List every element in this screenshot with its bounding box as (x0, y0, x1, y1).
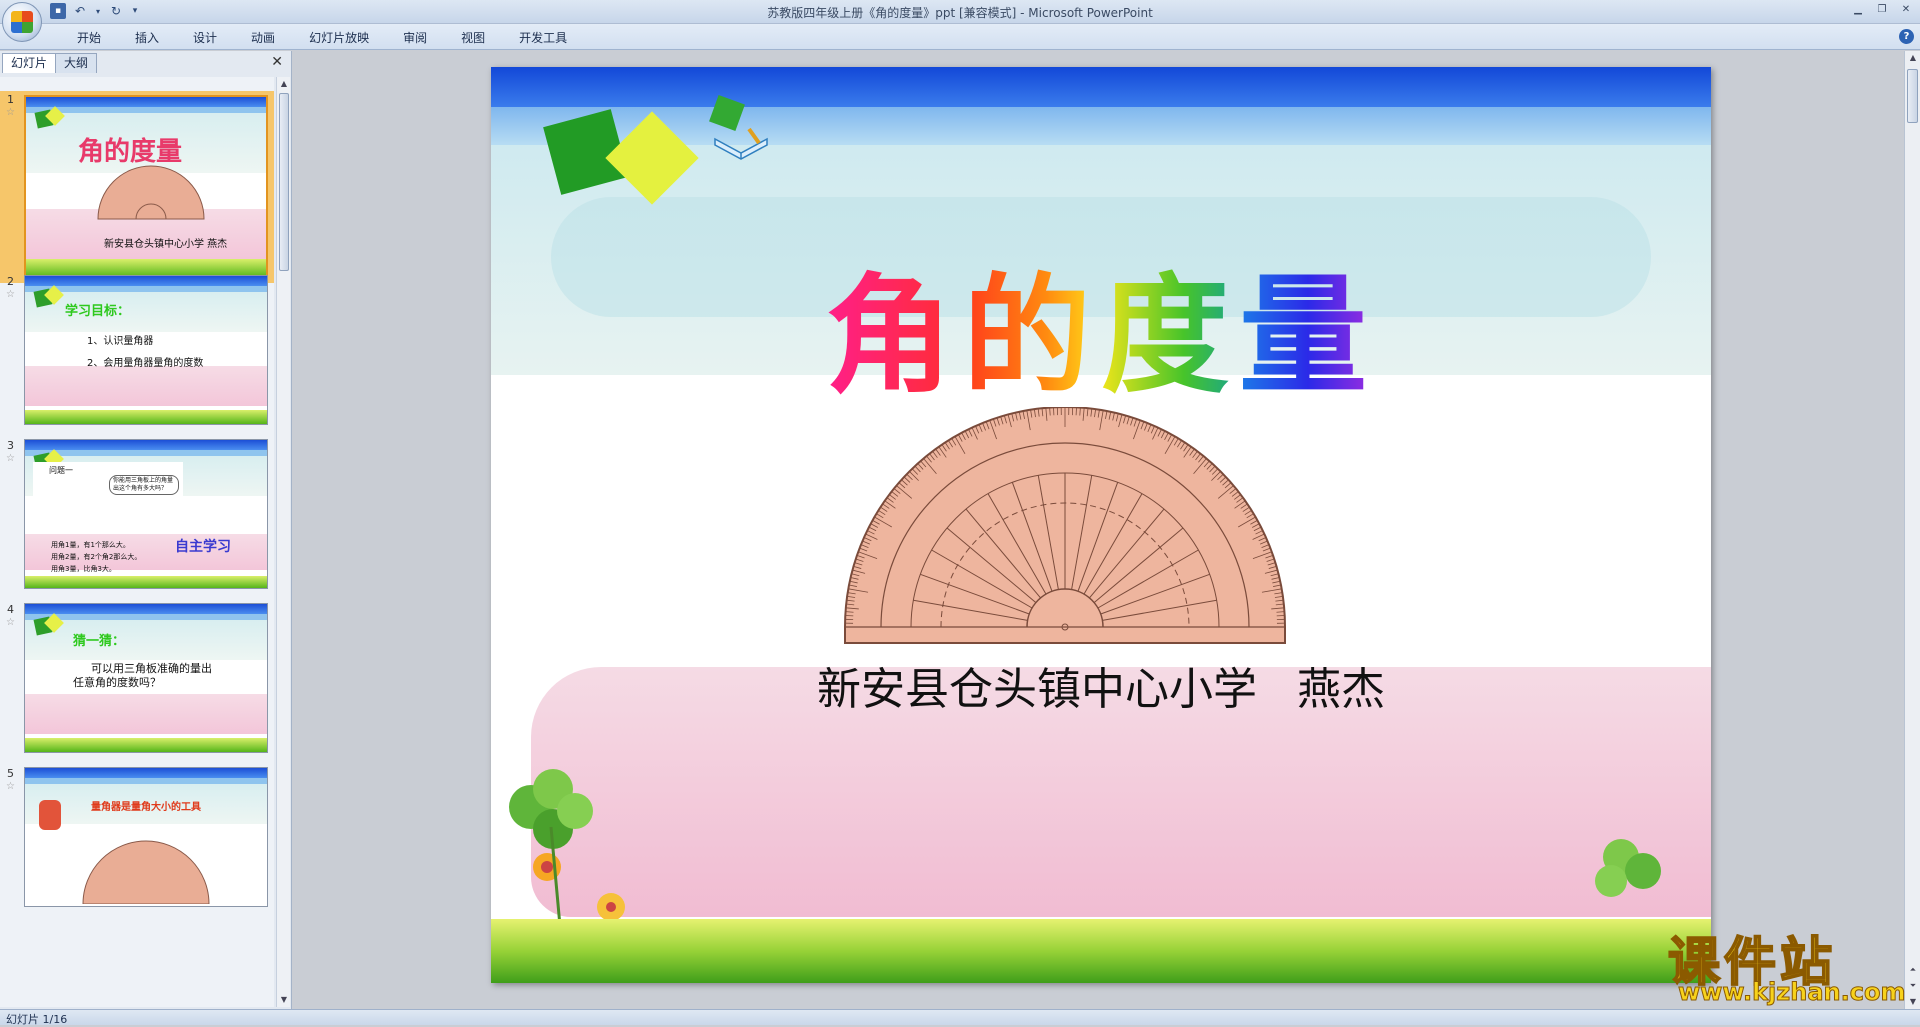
animation-star-icon: ☆ (6, 453, 15, 464)
watermark-url: www.kjzhan.com (1678, 978, 1905, 1006)
author-name: 燕杰 (1297, 664, 1385, 715)
close-icon[interactable]: ✕ (271, 54, 283, 70)
previous-slide-icon[interactable]: ⏶ (1906, 963, 1920, 977)
clover-decoration (1551, 827, 1691, 927)
window-controls: ▁ ❐ ✕ (1850, 2, 1914, 16)
mini-line: 2、会用量角器量角的度数 (87, 354, 203, 369)
status-bar: 幻灯片 1/16 (0, 1009, 1920, 1025)
book-icon (711, 125, 771, 165)
ribbon-tabs: 开始 插入 设计 动画 幻灯片放映 审阅 视图 开发工具 (60, 29, 584, 47)
tab-developer[interactable]: 开发工具 (502, 29, 584, 47)
thumbnail-list: 1 ☆ 角的度量 新安县仓头镇中心小学 燕杰 2 ☆ (0, 77, 274, 1007)
slide-header-band (491, 67, 1711, 107)
mini-line: 1、认识量角器 (87, 332, 153, 347)
tab-review[interactable]: 审阅 (386, 29, 444, 47)
watermark: 课件站 www.kjzhan.com (1668, 920, 1908, 1010)
protractor-image (841, 407, 1289, 647)
next-slide-icon[interactable]: ⏷ (1906, 979, 1920, 993)
mini-protractor (96, 165, 206, 221)
minimize-icon[interactable]: ▁ (1850, 2, 1866, 16)
slide-number: 4 (7, 603, 14, 616)
animation-star-icon: ☆ (6, 617, 15, 628)
slide-thumbnail-5[interactable]: 5 ☆ 量角器是量角大小的工具 (0, 737, 274, 917)
mini-subtitle: 新安县仓头镇中心小学 燕杰 (104, 235, 227, 250)
tab-animations[interactable]: 动画 (234, 29, 292, 47)
title-char: 角 (825, 232, 963, 417)
mini-label: 问题一 (49, 465, 73, 476)
mini-heading: 猜一猜： (73, 630, 125, 649)
slide-editor: 角的度量 新安县仓头镇中心小学燕杰 (293, 51, 1903, 1009)
mini-line: 任意角的度数吗？ (73, 674, 161, 690)
slide-preview: 量角器是量角大小的工具 (24, 767, 268, 907)
current-slide[interactable]: 角的度量 新安县仓头镇中心小学燕杰 (491, 67, 1711, 983)
cartoon-boy-icon (39, 800, 61, 830)
tab-outline[interactable]: 大纲 (55, 53, 97, 73)
slide-thumbnail-1[interactable]: 1 ☆ 角的度量 新安县仓头镇中心小学 燕杰 (0, 91, 274, 283)
slide-title: 角的度量 (491, 232, 1711, 417)
panel-tabs: 幻灯片 大纲 (2, 53, 96, 75)
scroll-down-icon[interactable]: ▼ (277, 993, 291, 1007)
scroll-thumb[interactable] (1907, 69, 1918, 123)
scroll-down-icon[interactable]: ▼ (1906, 995, 1920, 1009)
slide-preview: 角的度量 新安县仓头镇中心小学 燕杰 (24, 95, 268, 279)
window-title: 苏教版四年级上册《角的度量》ppt [兼容模式] - Microsoft Pow… (0, 4, 1920, 21)
tab-view[interactable]: 视图 (444, 29, 502, 47)
ribbon: 开始 插入 设计 动画 幻灯片放映 审阅 视图 开发工具 ? (0, 24, 1920, 50)
slide-number: 2 (7, 275, 14, 288)
animation-star-icon: ☆ (6, 289, 15, 300)
mini-line: 用角1量，有1个那么大。 (51, 540, 130, 550)
slide-preview: 问题一 你能用三角板上的角量出这个角有多大吗？ 自主学习 用角1量，有1个那么大… (24, 439, 268, 589)
slide-grass (491, 919, 1711, 983)
thumbnail-scrollbar[interactable]: ▲ ▼ (276, 77, 290, 1007)
tab-design[interactable]: 设计 (176, 29, 234, 47)
tab-slides[interactable]: 幻灯片 (2, 53, 56, 73)
scroll-thumb[interactable] (279, 93, 289, 271)
mini-heading: 自主学习 (175, 536, 231, 556)
slide-number: 3 (7, 439, 14, 452)
restore-icon[interactable]: ❐ (1874, 2, 1890, 16)
slide-thumbnail-4[interactable]: 4 ☆ 猜一猜： 可以用三角板准确的量出 任意角的度数吗？ (0, 577, 274, 737)
mini-title: 角的度量 (78, 131, 182, 168)
clover-decoration (491, 767, 671, 937)
slide-number: 5 (7, 767, 14, 780)
scroll-up-icon[interactable]: ▲ (1906, 51, 1920, 65)
animation-star-icon: ☆ (6, 781, 15, 792)
slide-thumbnail-2[interactable]: 2 ☆ 学习目标： 1、认识量角器 2、会用量角器量角的度数 (0, 257, 274, 417)
title-char: 的 (963, 232, 1101, 417)
slide-preview: 猜一猜： 可以用三角板准确的量出 任意角的度数吗？ (24, 603, 268, 753)
mini-line: 用角3量，比角3大。 (51, 564, 116, 574)
slide-author: 新安县仓头镇中心小学燕杰 (817, 653, 1385, 717)
office-logo-icon (11, 11, 33, 33)
mini-heading: 量角器是量角大小的工具 (91, 798, 201, 813)
close-icon[interactable]: ✕ (1898, 2, 1914, 16)
scroll-up-icon[interactable]: ▲ (277, 77, 291, 91)
animation-star-icon: ☆ (6, 107, 15, 118)
tab-home[interactable]: 开始 (60, 29, 118, 47)
help-icon[interactable]: ? (1899, 29, 1914, 44)
author-school: 新安县仓头镇中心小学 (817, 664, 1257, 715)
mini-heading: 学习目标： (65, 300, 130, 319)
mini-bubble: 你能用三角板上的角量出这个角有多大吗？ (109, 475, 179, 495)
tab-slideshow[interactable]: 幻灯片放映 (292, 29, 386, 47)
slides-panel: 幻灯片 大纲 ✕ 1 ☆ 角的度量 新安县仓头镇中心小学 燕杰 2 ☆ (0, 51, 292, 1009)
slide-thumbnail-3[interactable]: 3 ☆ 问题一 你能用三角板上的角量出这个角有多大吗？ 自主学习 用角1量，有1… (0, 417, 274, 577)
title-bar: ▪ ↶ ▾ ↻ ▾ 苏教版四年级上册《角的度量》ppt [兼容模式] - Mic… (0, 0, 1920, 24)
title-char: 量 (1239, 232, 1377, 417)
mini-protractor (81, 834, 211, 904)
title-char: 度 (1101, 232, 1239, 417)
tab-insert[interactable]: 插入 (118, 29, 176, 47)
mini-line: 用角2量，有2个角2那么大。 (51, 552, 141, 562)
office-button[interactable] (2, 2, 42, 42)
slide-preview: 学习目标： 1、认识量角器 2、会用量角器量角的度数 (24, 275, 268, 425)
slide-scrollbar[interactable]: ▲ ⏶ ⏷ ▼ (1904, 51, 1920, 1009)
slide-number: 1 (7, 93, 14, 106)
